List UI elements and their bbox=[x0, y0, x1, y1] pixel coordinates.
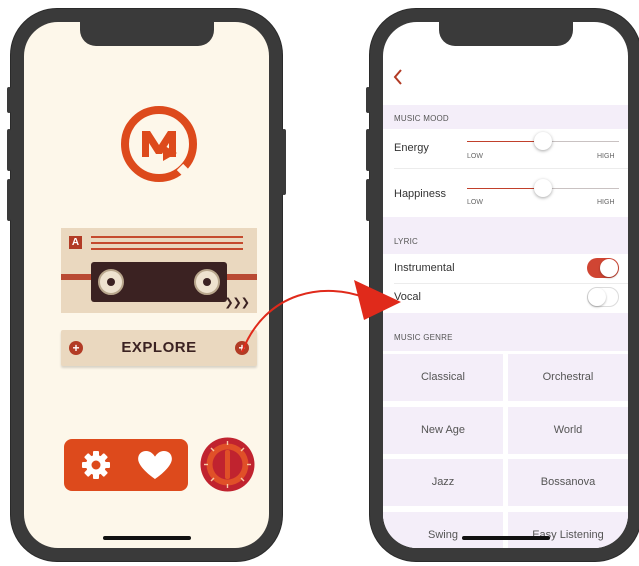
side-a-label: A bbox=[69, 236, 82, 249]
happiness-low-tick: LOW bbox=[467, 199, 483, 206]
cassette-window bbox=[91, 262, 227, 302]
genre-bossanova[interactable]: Bossanova bbox=[508, 459, 628, 506]
genre-jazz[interactable]: Jazz bbox=[383, 459, 503, 506]
genre-classical[interactable]: Classical bbox=[383, 354, 503, 401]
row-divider bbox=[394, 283, 628, 284]
toggle-knob bbox=[600, 259, 618, 277]
toggle-knob bbox=[588, 288, 606, 306]
filter-screen: MUSIC MOOD Energy LOW HIGH Happiness LOW… bbox=[383, 22, 628, 548]
genre-orchestral[interactable]: Orchestral bbox=[508, 354, 628, 401]
happiness-slider[interactable] bbox=[467, 179, 619, 197]
slider-thumb[interactable] bbox=[534, 179, 552, 197]
label-line bbox=[91, 248, 243, 250]
row-divider bbox=[394, 168, 628, 169]
energy-low-tick: LOW bbox=[467, 153, 483, 160]
section-header-music-mood: MUSIC MOOD bbox=[383, 105, 628, 129]
slider-thumb[interactable] bbox=[534, 132, 552, 150]
vocal-toggle[interactable] bbox=[587, 287, 619, 307]
cassette-tape: A ❯❯❯ bbox=[61, 228, 257, 313]
mute-switch bbox=[7, 87, 11, 113]
section-header-music-genre: MUSIC GENRE bbox=[383, 313, 628, 351]
left-reel bbox=[98, 269, 124, 295]
instrumental-toggle[interactable] bbox=[587, 258, 619, 278]
app-logo bbox=[121, 106, 197, 182]
volume-up-button bbox=[366, 129, 370, 171]
home-screen: A ❯❯❯ + EXPLORE + bbox=[24, 22, 269, 548]
label-line bbox=[91, 242, 243, 244]
flow-arrow-icon bbox=[241, 280, 401, 353]
genre-world[interactable]: World bbox=[508, 407, 628, 454]
notch bbox=[79, 22, 214, 46]
energy-high-tick: HIGH bbox=[597, 153, 615, 160]
instrumental-label: Instrumental bbox=[394, 262, 455, 274]
happiness-label: Happiness bbox=[394, 188, 446, 200]
genre-grid: Classical Orchestral New Age World Jazz … bbox=[383, 351, 628, 548]
energy-label: Energy bbox=[394, 142, 429, 154]
power-button bbox=[282, 129, 286, 195]
settings-gear-icon[interactable] bbox=[81, 450, 111, 480]
heart-icon[interactable] bbox=[136, 450, 174, 480]
energy-slider[interactable] bbox=[467, 132, 619, 150]
volume-up-button bbox=[7, 129, 11, 171]
section-header-lyric: LYRIC bbox=[383, 217, 628, 254]
slider-fill bbox=[467, 141, 543, 142]
home-indicator bbox=[461, 536, 550, 540]
play-dial-button[interactable] bbox=[200, 437, 255, 492]
happiness-high-tick: HIGH bbox=[597, 199, 615, 206]
phone-right: MUSIC MOOD Energy LOW HIGH Happiness LOW… bbox=[366, 9, 639, 561]
back-chevron-icon[interactable] bbox=[392, 69, 404, 85]
home-indicator bbox=[102, 536, 191, 540]
genre-easy-listening[interactable]: Easy Listening bbox=[508, 512, 628, 548]
mute-switch bbox=[366, 87, 370, 113]
notch bbox=[438, 22, 573, 46]
right-reel bbox=[194, 269, 220, 295]
genre-swing[interactable]: Swing bbox=[383, 512, 503, 548]
action-bar bbox=[64, 439, 188, 491]
slider-fill bbox=[467, 188, 543, 189]
genre-new-age[interactable]: New Age bbox=[383, 407, 503, 454]
explore-button[interactable]: + EXPLORE + bbox=[61, 330, 257, 366]
volume-down-button bbox=[7, 179, 11, 221]
label-line bbox=[91, 236, 243, 238]
explore-label: EXPLORE bbox=[121, 339, 197, 356]
volume-down-button bbox=[366, 179, 370, 221]
